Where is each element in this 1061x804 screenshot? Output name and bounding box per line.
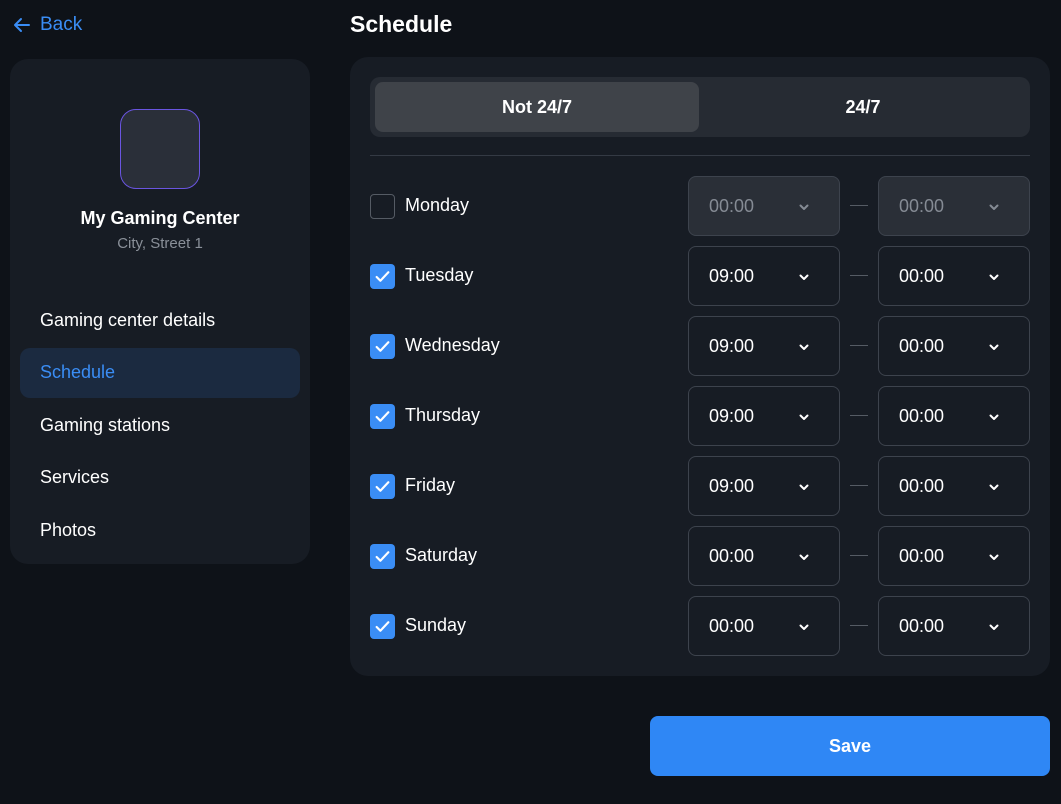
- day-label: Thursday: [405, 405, 481, 425]
- open-time-value: 00:00: [709, 545, 755, 566]
- open-time-value: 00:00: [709, 195, 755, 216]
- close-time-select[interactable]: 00:00: [878, 316, 1030, 376]
- time-range-dash: [850, 485, 868, 486]
- day-row-saturday: Saturday 00:00 00:00: [370, 526, 1030, 586]
- day-row-monday: Monday 00:00 00:00: [370, 176, 1030, 236]
- time-range-dash: [850, 205, 868, 206]
- checkmark-icon: [375, 481, 390, 492]
- close-time-select[interactable]: 00:00: [878, 596, 1030, 656]
- day-checkbox[interactable]: [370, 194, 395, 219]
- day-checkbox[interactable]: [370, 614, 395, 639]
- open-time-select[interactable]: 00:00: [688, 526, 840, 586]
- close-time-value: 00:00: [899, 475, 945, 496]
- arrow-left-icon: [14, 18, 30, 32]
- day-row-wednesday: Wednesday 09:00 00:00: [370, 316, 1030, 376]
- open-time-value: 00:00: [709, 615, 755, 636]
- close-time-value: 00:00: [899, 405, 945, 426]
- day-row-tuesday: Tuesday 09:00 00:00: [370, 246, 1030, 306]
- chevron-down-icon: [989, 344, 999, 350]
- time-range-dash: [850, 275, 868, 276]
- chevron-down-icon: [989, 624, 999, 630]
- sidebar: My Gaming Center City, Street 1 Gaming c…: [10, 59, 310, 564]
- chevron-down-icon: [799, 624, 809, 630]
- close-time-value: 00:00: [899, 615, 945, 636]
- open-time-value: 09:00: [709, 265, 755, 286]
- open-time-select[interactable]: 09:00: [688, 386, 840, 446]
- sidebar-item-photos[interactable]: Photos: [20, 505, 300, 555]
- schedule-panel: Not 24/7 24/7 Monday 00:00 00:00 Tuesday 09:…: [350, 57, 1050, 676]
- chevron-down-icon: [799, 204, 809, 210]
- gaming-center-name: My Gaming Center: [80, 208, 240, 228]
- close-time-select[interactable]: 00:00: [878, 386, 1030, 446]
- back-label: Back: [40, 14, 83, 35]
- day-checkbox[interactable]: [370, 404, 395, 429]
- open-time-select[interactable]: 09:00: [688, 316, 840, 376]
- close-time-value: 00:00: [899, 265, 945, 286]
- day-checkbox[interactable]: [370, 474, 395, 499]
- schedule-mode-toggle: Not 24/7 24/7: [370, 77, 1030, 137]
- save-button[interactable]: Save: [650, 716, 1050, 776]
- close-time-select[interactable]: 00:00: [878, 246, 1030, 306]
- checkmark-icon: [375, 271, 390, 282]
- day-checkbox[interactable]: [370, 334, 395, 359]
- checkmark-icon: [375, 411, 390, 422]
- day-label: Friday: [405, 475, 456, 495]
- open-time-select[interactable]: 00:00: [688, 176, 840, 236]
- chevron-down-icon: [799, 554, 809, 560]
- chevron-down-icon: [989, 414, 999, 420]
- checkmark-icon: [375, 341, 390, 352]
- chevron-down-icon: [989, 274, 999, 280]
- day-label: Sunday: [405, 615, 467, 635]
- open-time-value: 09:00: [709, 335, 755, 356]
- checkmark-icon: [375, 621, 390, 632]
- day-row-sunday: Sunday 00:00 00:00: [370, 596, 1030, 656]
- chevron-down-icon: [799, 414, 809, 420]
- checkmark-icon: [375, 551, 390, 562]
- time-range-dash: [850, 555, 868, 556]
- open-time-value: 09:00: [709, 405, 755, 426]
- open-time-select[interactable]: 09:00: [688, 246, 840, 306]
- time-range-dash: [850, 345, 868, 346]
- day-label: Tuesday: [405, 265, 474, 285]
- close-time-select[interactable]: 00:00: [878, 456, 1030, 516]
- close-time-value: 00:00: [899, 545, 945, 566]
- day-label: Wednesday: [405, 335, 500, 355]
- toggle-not-24-7[interactable]: Not 24/7: [375, 82, 699, 132]
- chevron-down-icon: [799, 484, 809, 490]
- close-time-select[interactable]: 00:00: [878, 526, 1030, 586]
- time-range-dash: [850, 415, 868, 416]
- gaming-center-address: City, Street 1: [117, 235, 203, 252]
- sidebar-item-services[interactable]: Services: [20, 453, 300, 503]
- day-label: Saturday: [405, 545, 478, 565]
- day-row-friday: Friday 09:00 00:00: [370, 456, 1030, 516]
- day-label: Monday: [405, 195, 470, 215]
- open-time-select[interactable]: 00:00: [688, 596, 840, 656]
- time-range-dash: [850, 625, 868, 626]
- back-link[interactable]: Back: [12, 14, 82, 36]
- sidebar-item-gaming-center-details[interactable]: Gaming center details: [20, 295, 300, 345]
- chevron-down-icon: [989, 554, 999, 560]
- sidebar-nav: Gaming center details Schedule Gaming st…: [20, 295, 300, 558]
- toggle-24-7[interactable]: 24/7: [701, 82, 1025, 132]
- divider: [370, 155, 1030, 156]
- chevron-down-icon: [799, 344, 809, 350]
- chevron-down-icon: [989, 484, 999, 490]
- sidebar-item-schedule[interactable]: Schedule: [20, 347, 300, 398]
- close-time-value: 00:00: [899, 195, 945, 216]
- open-time-value: 09:00: [709, 475, 755, 496]
- day-row-thursday: Thursday 09:00 00:00: [370, 386, 1030, 446]
- page-title: Schedule: [350, 11, 453, 37]
- day-checkbox[interactable]: [370, 264, 395, 289]
- chevron-down-icon: [989, 204, 999, 210]
- close-time-select[interactable]: 00:00: [878, 176, 1030, 236]
- close-time-value: 00:00: [899, 335, 945, 356]
- day-checkbox[interactable]: [370, 544, 395, 569]
- chevron-down-icon: [799, 274, 809, 280]
- sidebar-item-gaming-stations[interactable]: Gaming stations: [20, 400, 300, 450]
- open-time-select[interactable]: 09:00: [688, 456, 840, 516]
- gaming-center-avatar[interactable]: [120, 109, 200, 189]
